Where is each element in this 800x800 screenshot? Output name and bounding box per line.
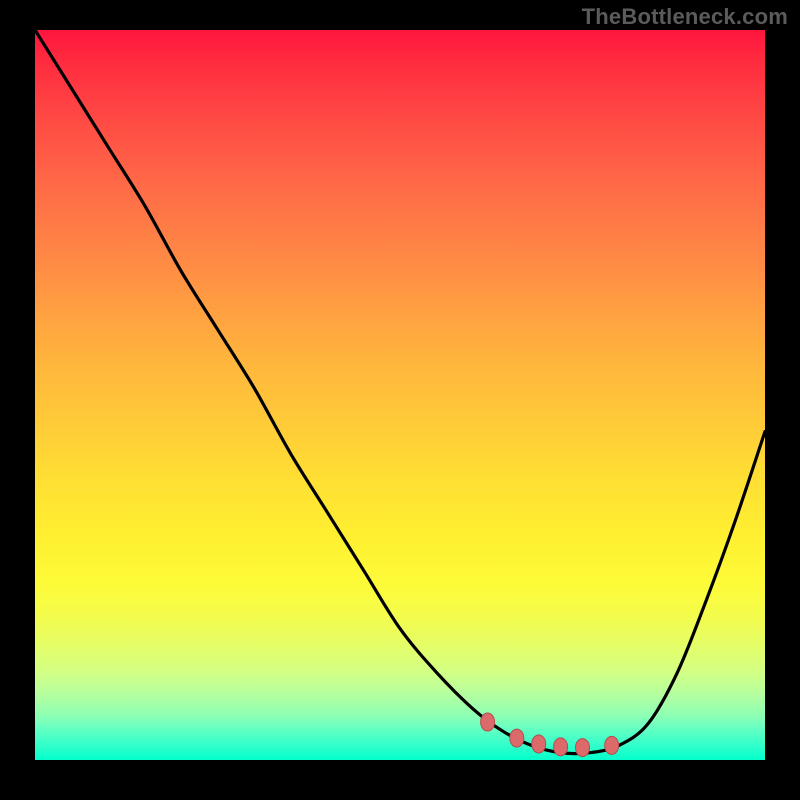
watermark-text: TheBottleneck.com xyxy=(582,4,788,30)
curve-marker xyxy=(481,713,495,731)
curve-marker xyxy=(554,738,568,756)
bottleneck-curve xyxy=(35,30,765,754)
chart-svg xyxy=(35,30,765,760)
plot-area xyxy=(35,30,765,760)
curve-marker xyxy=(532,735,546,753)
curve-marker xyxy=(605,736,619,754)
curve-marker xyxy=(576,739,590,757)
curve-marker xyxy=(510,729,524,747)
